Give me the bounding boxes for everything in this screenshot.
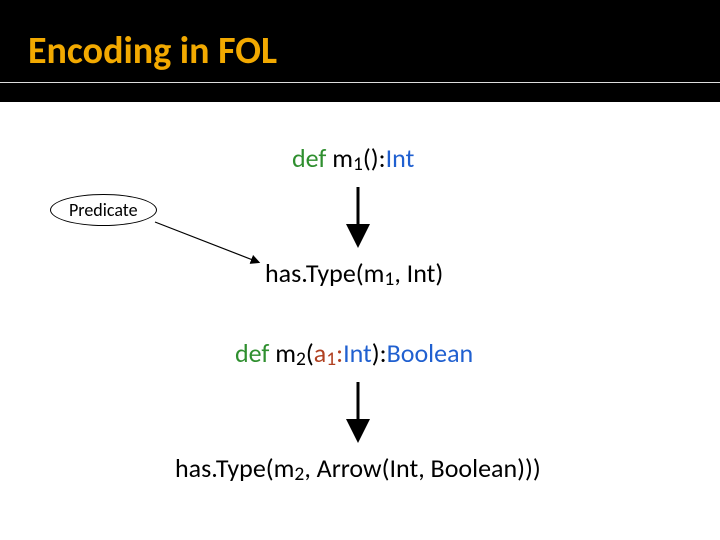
code-line-1: def m1():Int	[292, 142, 414, 174]
keyword-def: def	[235, 337, 275, 369]
return-type: Boolean	[387, 337, 474, 369]
param-subscript: 1	[326, 347, 336, 371]
title-divider	[0, 82, 720, 83]
subscript: 2	[294, 462, 304, 486]
subscript: 2	[296, 347, 306, 371]
param-name: a	[314, 337, 326, 369]
paren-close: ):	[372, 337, 387, 369]
predicate-args: , Arrow(Int, Boolean)))	[304, 452, 540, 484]
slide-content: def m1():Int Predicate has.Type(m1, Int)…	[0, 102, 720, 540]
title-bar: Encoding in FOL	[0, 0, 720, 102]
method-name: m	[332, 142, 353, 174]
subscript: 1	[384, 267, 394, 291]
predicate-fn: has.Type(m	[175, 452, 294, 484]
code-line-2: def m2(a1:Int):Boolean	[235, 337, 473, 369]
predicate-node: Predicate	[50, 194, 157, 226]
predicate-label: Predicate	[69, 199, 138, 221]
paren-open: (	[306, 337, 314, 369]
predicate-line-2: has.Type(m2, Arrow(Int, Boolean)))	[175, 452, 541, 484]
subscript: 1	[353, 152, 363, 176]
predicate-line-1: has.Type(m1, Int)	[265, 257, 443, 289]
predicate-args: , Int)	[394, 257, 443, 289]
param-type: Int	[343, 337, 372, 369]
arrow-pointer-icon	[155, 222, 258, 262]
method-name: m	[275, 337, 296, 369]
slide-title: Encoding in FOL	[28, 28, 277, 74]
parens: ():	[363, 142, 386, 174]
return-type: Int	[386, 142, 415, 174]
keyword-def: def	[292, 142, 332, 174]
predicate-fn: has.Type(m	[265, 257, 384, 289]
